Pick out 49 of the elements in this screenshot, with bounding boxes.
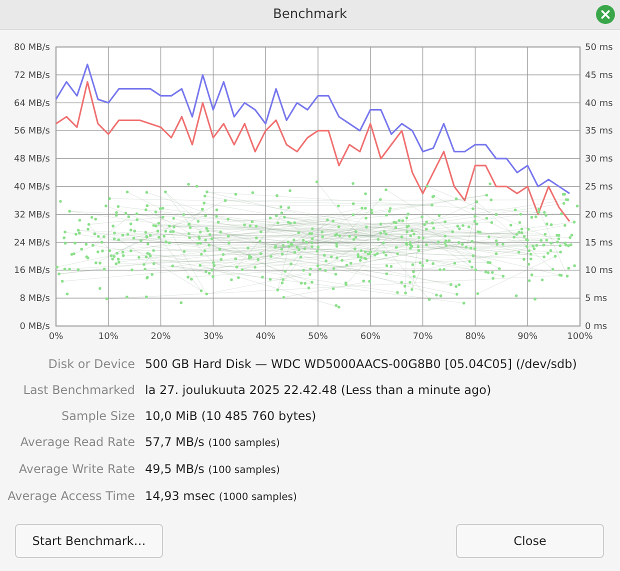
axis-label: 20% bbox=[150, 332, 171, 342]
field-label: Average Write Rate bbox=[18, 461, 135, 478]
axis-label: 50% bbox=[308, 332, 328, 342]
axis-label: 30 ms bbox=[585, 154, 613, 165]
axis-label: 24 MB/s bbox=[14, 238, 50, 248]
field-value: 14,93 msec (1000 samples) bbox=[145, 488, 298, 505]
axis-label: 100% bbox=[567, 332, 593, 342]
axis-label: 16 MB/s bbox=[14, 266, 50, 276]
axis-label: 80% bbox=[465, 332, 486, 342]
axis-label: 64 MB/s bbox=[14, 98, 50, 109]
axis-label: 20 ms bbox=[585, 210, 613, 220]
axis-label: 15 ms bbox=[585, 238, 613, 248]
axis-label: 10% bbox=[98, 332, 118, 342]
field-label: Average Access Time bbox=[6, 488, 135, 505]
close-button[interactable]: Close bbox=[456, 524, 604, 558]
axis-label: 0% bbox=[48, 332, 64, 342]
field-value: 57,7 MB/s (100 samples) bbox=[145, 434, 281, 451]
axis-label: 50 ms bbox=[585, 43, 613, 53]
axis-label: 40 MB/s bbox=[14, 182, 50, 192]
axis-label: 40% bbox=[256, 332, 276, 342]
axis-label: 60% bbox=[360, 332, 380, 342]
axis-label: 8 MB/s bbox=[20, 294, 50, 304]
field-value: 49,5 MB/s (100 samples) bbox=[145, 461, 281, 478]
axis-label: 35 ms bbox=[585, 126, 613, 137]
field-label: Average Read Rate bbox=[19, 434, 135, 451]
field-label: Sample Size bbox=[60, 408, 135, 425]
start-benchmark-button[interactable]: Start Benchmark… bbox=[15, 524, 163, 558]
axis-label: 48 MB/s bbox=[14, 154, 50, 165]
axis-label: 90% bbox=[518, 332, 538, 342]
field-value: 500 GB Hard Disk — WDC WD5000AACS-00G8B0 [05.04C05] (/dev/sdb) bbox=[145, 356, 578, 373]
field-label: Last Benchmarked bbox=[22, 382, 135, 399]
close-icon[interactable] bbox=[596, 5, 615, 24]
field-value: 10,0 MiB (10 485 760 bytes) bbox=[145, 408, 318, 425]
axis-label: 30% bbox=[203, 332, 224, 342]
axis-label: 70% bbox=[412, 332, 433, 342]
axis-label: 72 MB/s bbox=[14, 70, 50, 81]
axis-label: 40 ms bbox=[585, 98, 613, 109]
axis-label: 80 MB/s bbox=[14, 43, 50, 53]
axis-label: 5 ms bbox=[585, 294, 608, 304]
axis-label: 25 ms bbox=[585, 182, 613, 192]
axis-label: 0 MB/s bbox=[20, 322, 50, 332]
field-label: Disk or Device bbox=[47, 356, 135, 373]
axis-label: 0 ms bbox=[585, 322, 608, 332]
axis-label: 32 MB/s bbox=[14, 210, 50, 220]
axis-label: 10 ms bbox=[585, 266, 613, 276]
axis-label: 56 MB/s bbox=[14, 126, 50, 137]
window-title: Benchmark bbox=[272, 7, 348, 22]
field-value: la 27. joulukuuta 2025 22.42.48 (Less than a minute ago) bbox=[145, 382, 492, 399]
axis-label: 45 ms bbox=[585, 70, 613, 81]
